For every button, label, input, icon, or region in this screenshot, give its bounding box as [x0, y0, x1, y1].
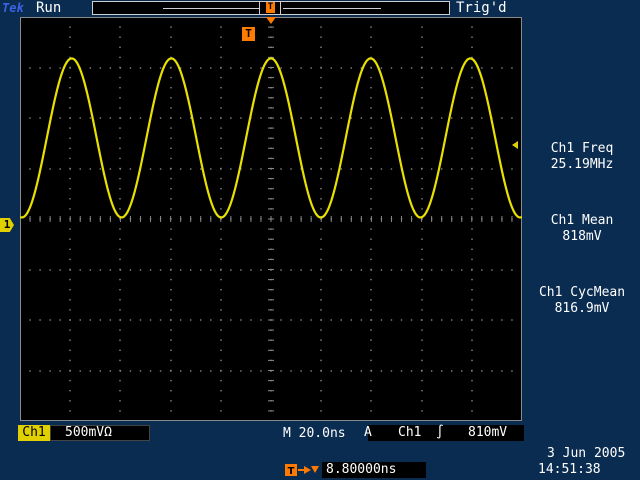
horizontal-delay-readout[interactable]: 8.80000ns [322, 462, 426, 478]
trigger-level-arrow-icon [512, 141, 518, 149]
measurement-value: 816.9mV [554, 301, 610, 316]
measurement-ch1-mean: Ch1 Mean 818mV [524, 213, 640, 245]
brand-logo: Tek [2, 1, 24, 15]
trigger-source: Ch1 [398, 425, 422, 440]
ch1-ground-marker-icon[interactable]: 1 [0, 218, 14, 232]
delay-icon: T [285, 464, 319, 477]
record-view-line-left [163, 8, 259, 9]
vertical-scale-value: 500mV [65, 425, 105, 440]
measurement-value: 818mV [562, 229, 602, 244]
date-display: 3 Jun 2005 [547, 446, 626, 461]
trigger-position-icon[interactable] [266, 17, 276, 24]
channel-badge[interactable]: Ch1 [18, 425, 50, 441]
vertical-scale-readout[interactable]: 500mVΩ [50, 425, 150, 441]
trigger-status: Trig'd [456, 0, 507, 16]
timebase-readout[interactable]: M 20.0ns [283, 426, 346, 441]
measurement-value: 25.19MHz [550, 157, 614, 172]
acquisition-status: Run [36, 0, 62, 16]
measurement-ch1-cycmean: Ch1 CycMean 816.9mV [524, 285, 640, 317]
time-display: 14:51:38 [538, 462, 601, 477]
measurement-label: Ch1 CycMean [538, 285, 626, 300]
rising-edge-icon: ∫ [436, 425, 444, 440]
record-view-line-right [283, 8, 381, 9]
graticule [20, 17, 522, 421]
trigger-source-prefix: A [364, 425, 372, 440]
trigger-point-icon: T [242, 27, 255, 41]
measurement-label: Ch1 Freq [550, 141, 614, 156]
coupling-impedance-icon: Ω [104, 425, 112, 440]
record-trigger-icon: T [266, 2, 275, 13]
svg-text:T: T [288, 466, 295, 477]
trigger-level: 810mV [468, 425, 508, 440]
measurement-label: Ch1 Mean [550, 213, 614, 228]
measurement-ch1-freq: Ch1 Freq 25.19MHz [524, 141, 640, 173]
trigger-readout[interactable]: A Ch1 ∫ 810mV [364, 425, 524, 441]
